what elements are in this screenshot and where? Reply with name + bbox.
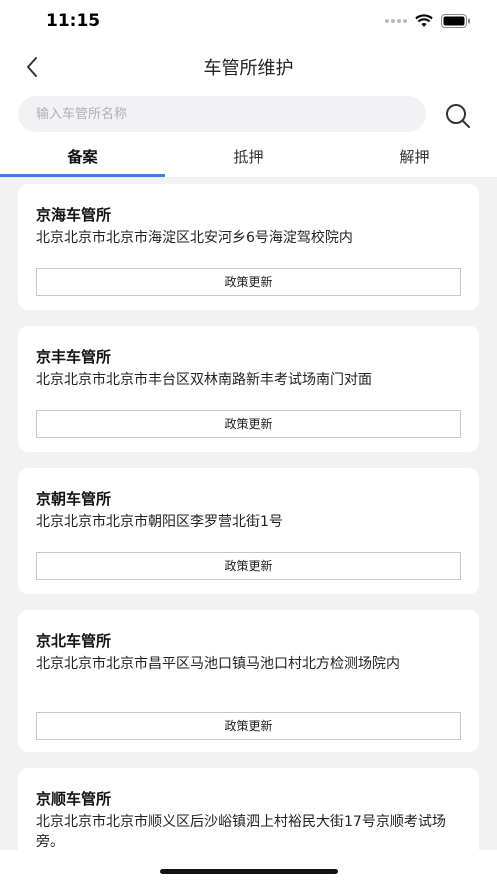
- cellular-signal-icon: [385, 19, 407, 23]
- page-title: 车管所维护: [203, 58, 294, 79]
- station-list: 京海车管所 北京北京市北京市海淀区北安河乡6号海淀驾校院内 政策更新 京丰车管所…: [0, 178, 497, 850]
- status-time: 11:15: [46, 11, 101, 31]
- status-bar: 11:15: [0, 0, 497, 44]
- tab-bar: 备案 抵押 解押: [0, 140, 497, 178]
- list-item[interactable]: 京朝车管所 北京北京市北京市朝阳区李罗营北街1号 政策更新: [18, 468, 479, 594]
- policy-update-button[interactable]: 政策更新: [36, 268, 461, 296]
- search-button[interactable]: [442, 100, 474, 132]
- list-item[interactable]: 京丰车管所 北京北京市北京市丰台区双林南路新丰考试场南门对面 政策更新: [18, 326, 479, 452]
- tab-filing[interactable]: 备案: [0, 140, 165, 178]
- station-name: 京海车管所: [36, 206, 112, 224]
- policy-update-button[interactable]: 政策更新: [36, 410, 461, 438]
- station-address: 北京北京市北京市昌平区马池口镇马池口村北方检测场院内: [36, 656, 400, 672]
- list-item[interactable]: 京顺车管所 北京北京市北京市顺义区后沙峪镇泗上村裕民大街17号京顺考试场旁。: [18, 768, 479, 850]
- list-item[interactable]: 京海车管所 北京北京市北京市海淀区北安河乡6号海淀驾校院内 政策更新: [18, 184, 479, 310]
- search-input[interactable]: [18, 96, 426, 132]
- search-icon: [446, 104, 470, 128]
- active-tab-indicator: [0, 174, 165, 177]
- tab-mortgage[interactable]: 抵押: [166, 140, 331, 178]
- station-address: 北京北京市北京市朝阳区李罗营北街1号: [36, 514, 283, 530]
- status-icons: [385, 14, 471, 28]
- battery-icon: [441, 14, 470, 28]
- search-row: [0, 92, 497, 136]
- station-address: 北京北京市北京市顺义区后沙峪镇泗上村裕民大街17号京顺考试场旁。: [36, 814, 446, 850]
- policy-update-button[interactable]: 政策更新: [36, 712, 461, 740]
- station-name: 京朝车管所: [36, 490, 112, 508]
- home-indicator: [160, 869, 338, 874]
- list-item[interactable]: 京北车管所 北京北京市北京市昌平区马池口镇马池口村北方检测场院内 政策更新: [18, 610, 479, 752]
- policy-update-button[interactable]: 政策更新: [36, 552, 461, 580]
- tab-release[interactable]: 解押: [332, 140, 497, 178]
- wifi-icon: [415, 14, 433, 27]
- station-name: 京顺车管所: [36, 790, 112, 808]
- station-name: 京丰车管所: [36, 348, 112, 366]
- station-address: 北京北京市北京市海淀区北安河乡6号海淀驾校院内: [36, 230, 353, 246]
- station-name: 京北车管所: [36, 632, 112, 650]
- nav-bar: 车管所维护: [0, 44, 497, 88]
- station-address: 北京北京市北京市丰台区双林南路新丰考试场南门对面: [36, 372, 372, 388]
